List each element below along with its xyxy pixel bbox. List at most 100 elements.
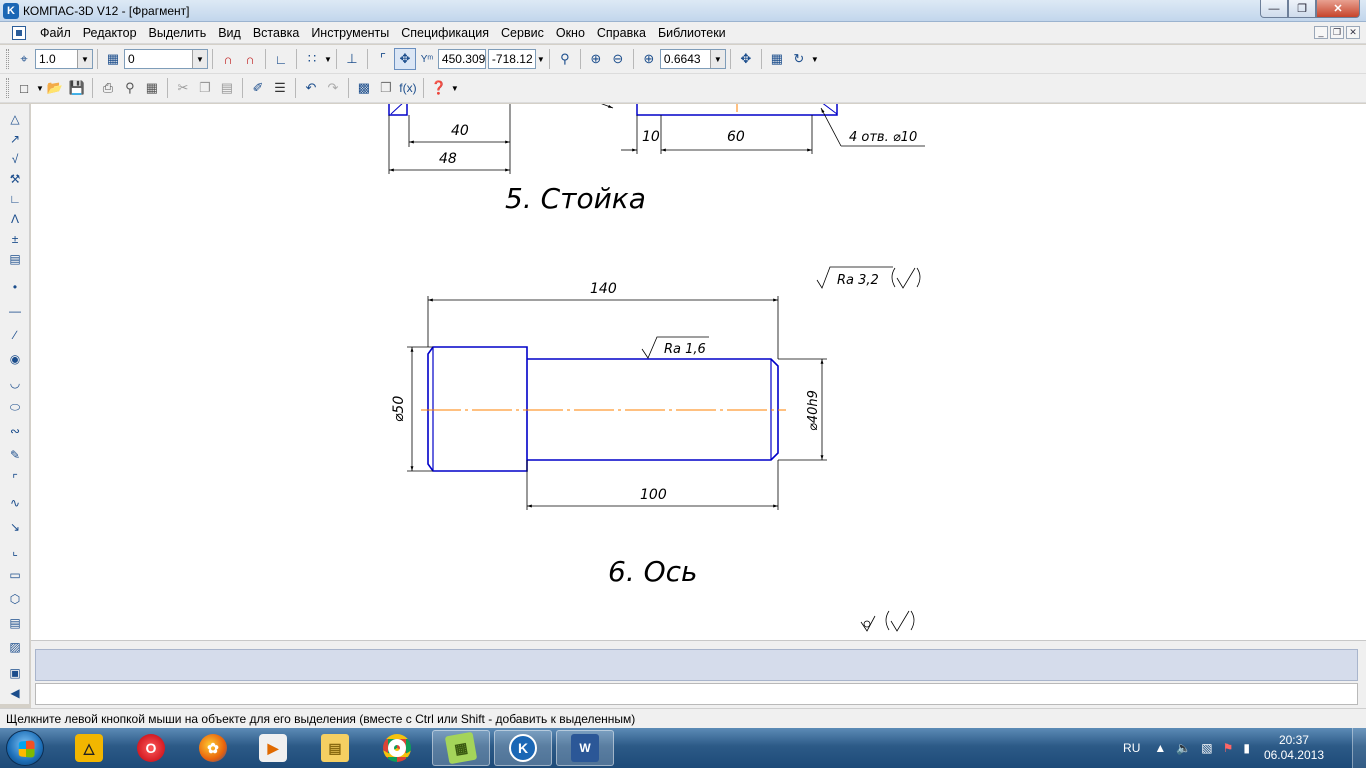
- chevron-down-icon[interactable]: ▼: [192, 50, 207, 68]
- ortho-icon[interactable]: ∟: [270, 48, 292, 70]
- chamfer-icon[interactable]: ↘: [5, 518, 25, 536]
- doc-restore-button[interactable]: ❐: [1330, 26, 1344, 39]
- cut-icon[interactable]: ✂: [172, 77, 194, 99]
- pan-icon[interactable]: ✥: [735, 48, 757, 70]
- round-coords-icon[interactable]: ✥: [393, 48, 416, 70]
- menu-tools[interactable]: Инструменты: [305, 22, 395, 44]
- polygon-icon[interactable]: ⬡: [5, 590, 25, 608]
- taskbar-app-chrome[interactable]: [368, 730, 426, 766]
- bezier-icon[interactable]: ∿: [5, 494, 25, 512]
- polyline-icon[interactable]: ⌜: [5, 470, 25, 488]
- kompas-app-icon[interactable]: K: [3, 2, 19, 19]
- zoom-combo[interactable]: 0.6643 ▼: [659, 49, 726, 69]
- language-indicator[interactable]: RU: [1123, 741, 1140, 755]
- restore-button[interactable]: ❐: [1288, 0, 1316, 18]
- ellipse-icon[interactable]: ⬭: [5, 398, 25, 416]
- close-button[interactable]: ✕: [1316, 0, 1360, 18]
- taskbar-app-opera[interactable]: O: [122, 730, 180, 766]
- open-folder-icon[interactable]: 📂: [44, 77, 66, 99]
- point-icon[interactable]: •: [5, 278, 25, 296]
- property-panel-bar[interactable]: [35, 649, 1358, 681]
- cursor-coords-icon[interactable]: Yᵐ: [416, 48, 438, 70]
- layer-combo[interactable]: 0 ▼: [124, 49, 208, 69]
- chevron-down-icon[interactable]: ▼: [77, 50, 92, 68]
- arc-icon[interactable]: ◡: [5, 374, 25, 392]
- chevron-down-icon[interactable]: ▼: [36, 84, 44, 93]
- dimensions-group-icon[interactable]: ↗: [5, 130, 25, 148]
- clock[interactable]: 20:37 06.04.2013: [1264, 733, 1324, 763]
- spline-icon[interactable]: ∾: [5, 422, 25, 440]
- menu-service[interactable]: Сервис: [495, 22, 550, 44]
- coord-x-field[interactable]: 450.309: [437, 49, 486, 69]
- list-icon[interactable]: ☰: [269, 77, 291, 99]
- library-icon[interactable]: ❒: [375, 77, 397, 99]
- action-center-icon[interactable]: ⚑: [1223, 741, 1234, 755]
- network-icon[interactable]: ▧: [1201, 741, 1212, 755]
- toolbar-grip[interactable]: [6, 49, 9, 69]
- taskbar-app-kompas[interactable]: K: [494, 730, 552, 766]
- zoom-scale-icon[interactable]: ⊕: [638, 48, 660, 70]
- manager-icon[interactable]: ▩: [353, 77, 375, 99]
- menu-select[interactable]: Выделить: [143, 22, 213, 44]
- edit-group-icon[interactable]: ⚒: [5, 170, 25, 188]
- chevron-down-icon[interactable]: ▼: [537, 55, 545, 64]
- paste-icon[interactable]: ▤: [216, 77, 238, 99]
- chevron-down-icon[interactable]: ▼: [324, 55, 332, 64]
- tray-expand-icon[interactable]: ▲: [1154, 741, 1166, 755]
- snap-magnet-icon[interactable]: ∩: [217, 48, 239, 70]
- menu-help[interactable]: Справка: [591, 22, 652, 44]
- geometry-group-icon[interactable]: △: [5, 110, 25, 128]
- taskbar-app-word[interactable]: W: [556, 730, 614, 766]
- document-icon[interactable]: [12, 25, 26, 40]
- menu-specification[interactable]: Спецификация: [395, 22, 495, 44]
- parametrization-group-icon[interactable]: ∟: [5, 190, 25, 208]
- segment-icon[interactable]: ∕: [5, 326, 25, 344]
- chevron-down-icon[interactable]: ▼: [709, 50, 725, 68]
- zoom-out-icon[interactable]: ⊖: [607, 48, 629, 70]
- chevron-down-icon[interactable]: ▼: [811, 55, 819, 64]
- toolbar-grip[interactable]: [6, 78, 9, 98]
- coord-y-field[interactable]: -718.12: [487, 49, 536, 69]
- copy-icon[interactable]: ❐: [194, 77, 216, 99]
- scroll-left-icon[interactable]: ◀: [5, 684, 25, 702]
- copy-properties-icon[interactable]: ✐: [247, 77, 269, 99]
- command-line[interactable]: [35, 683, 1358, 705]
- volume-icon[interactable]: 🔈: [1176, 741, 1191, 755]
- taskbar-app-firefox[interactable]: ✿: [184, 730, 242, 766]
- menu-libraries[interactable]: Библиотеки: [652, 22, 732, 44]
- continuous-input-icon[interactable]: ✎: [5, 446, 25, 464]
- zoom-window-icon[interactable]: ⚲: [554, 48, 576, 70]
- taskbar-app-explorer[interactable]: ▤: [306, 730, 364, 766]
- taskbar-app-autodesk[interactable]: △: [60, 730, 118, 766]
- properties-icon[interactable]: ▦: [141, 77, 163, 99]
- local-cs-icon[interactable]: ⊥: [341, 48, 363, 70]
- print-icon[interactable]: ⎙: [97, 77, 119, 99]
- menu-window[interactable]: Окно: [550, 22, 591, 44]
- undo-icon[interactable]: ↶: [300, 77, 322, 99]
- grid-icon[interactable]: ∷: [301, 48, 323, 70]
- variables-icon[interactable]: f(x): [397, 77, 419, 99]
- fillet-icon[interactable]: ⌞: [5, 542, 25, 560]
- spec-group-icon[interactable]: ▤: [5, 250, 25, 268]
- taskbar-app-files[interactable]: ▦: [432, 730, 490, 766]
- menu-insert[interactable]: Вставка: [247, 22, 305, 44]
- step-icon[interactable]: ⌖: [13, 48, 35, 70]
- power-icon[interactable]: ▮: [1243, 741, 1250, 755]
- doc-minimize-button[interactable]: _: [1314, 26, 1328, 39]
- new-document-icon[interactable]: □: [13, 77, 35, 99]
- select-group-icon[interactable]: ±: [5, 230, 25, 248]
- taskbar-app-media[interactable]: ▶: [244, 730, 302, 766]
- menu-view[interactable]: Вид: [212, 22, 247, 44]
- stop-icon[interactable]: ▣: [5, 664, 25, 682]
- zoom-in-icon[interactable]: ⊕: [585, 48, 607, 70]
- drawing-canvas[interactable]: 40 48 10 60 4 отв. ⌀10 5. Стойка Ra 3,2: [31, 104, 1366, 640]
- help-pointer-icon[interactable]: ❓: [428, 77, 450, 99]
- step-combo[interactable]: 1.0 ▼: [35, 49, 93, 69]
- snap-local-icon[interactable]: ∩: [239, 48, 261, 70]
- chevron-down-icon[interactable]: ▼: [451, 84, 459, 93]
- rectangle-icon[interactable]: ▭: [5, 566, 25, 584]
- minimize-button[interactable]: —: [1260, 0, 1288, 18]
- menu-file[interactable]: Файл: [34, 22, 77, 44]
- menu-editor[interactable]: Редактор: [77, 22, 143, 44]
- show-all-icon[interactable]: ▦: [766, 48, 788, 70]
